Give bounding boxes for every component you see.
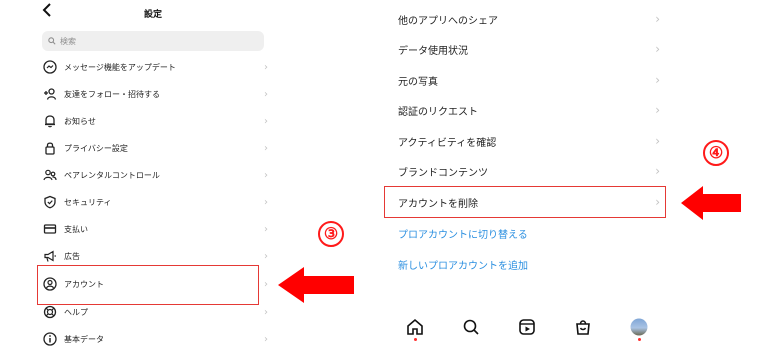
settings-item-privacy[interactable]: プライバシー設定 › <box>42 138 268 158</box>
messenger-icon <box>42 59 58 75</box>
account-item-branded-content[interactable]: ブランドコンテンツ › <box>398 160 660 182</box>
megaphone-icon <box>42 248 58 264</box>
settings-item-label: ヘルプ <box>64 307 88 317</box>
nav-profile[interactable] <box>628 318 650 344</box>
search-placeholder: 検索 <box>60 36 76 46</box>
chevron-right-icon: › <box>264 333 268 345</box>
settings-panel: 設定 検索 メッセージ機能をアップデート › 友達をフォロー・招待する › お知… <box>34 0 272 363</box>
nav-search[interactable] <box>460 318 482 344</box>
settings-item-label: お知らせ <box>64 116 96 126</box>
chevron-right-icon: › <box>655 73 660 87</box>
step-marker: ④ <box>703 140 729 166</box>
switch-pro-account-link[interactable]: プロアカウントに切り替える <box>398 226 528 241</box>
account-item-label: 他のアプリへのシェア <box>398 15 498 27</box>
chevron-right-icon: › <box>264 250 268 262</box>
chevron-right-icon: › <box>655 164 660 178</box>
account-item-label: ブランドコンテンツ <box>398 167 488 179</box>
add-person-icon <box>42 86 58 102</box>
search-input[interactable]: 検索 <box>42 31 264 51</box>
account-settings-panel: 他のアプリへのシェア › データ使用状況 › 元の写真 › 認証のリクエスト ›… <box>384 0 670 363</box>
chevron-right-icon: › <box>264 61 268 73</box>
reels-icon <box>519 319 535 335</box>
settings-item-notifications[interactable]: お知らせ › <box>42 111 268 131</box>
settings-item-label: ペアレンタルコントロール <box>64 170 160 180</box>
notification-dot <box>413 338 417 341</box>
account-item-original-photos[interactable]: 元の写真 › <box>398 69 660 91</box>
settings-item-label: 友達をフォロー・招待する <box>64 89 160 99</box>
profile-avatar <box>630 318 648 336</box>
account-item-verification[interactable]: 認証のリクエスト › <box>398 99 660 121</box>
account-item-activity[interactable]: アクティビティを確認 › <box>398 130 660 152</box>
search-icon <box>463 319 479 335</box>
settings-item-label: 支払い <box>64 224 88 234</box>
chevron-right-icon: › <box>264 306 268 318</box>
chevron-right-icon: › <box>264 88 268 100</box>
people-icon <box>42 167 58 183</box>
page-title: 設定 <box>143 10 162 20</box>
shield-icon <box>42 194 58 210</box>
nav-shop[interactable] <box>572 318 594 344</box>
settings-item-label: 基本データ <box>64 334 104 344</box>
chevron-right-icon: › <box>655 12 660 26</box>
settings-item-label: メッセージ機能をアップデート <box>64 62 176 72</box>
chevron-right-icon: › <box>264 142 268 154</box>
account-item-data-usage[interactable]: データ使用状況 › <box>398 38 660 60</box>
settings-item-label: セキュリティ <box>64 197 112 207</box>
account-item-label: アクティビティを確認 <box>398 137 497 149</box>
chevron-right-icon: › <box>655 42 660 56</box>
info-icon <box>42 331 58 347</box>
step-marker: ③ <box>318 221 344 247</box>
account-item-share[interactable]: 他のアプリへのシェア › <box>398 8 660 30</box>
settings-item-messaging[interactable]: メッセージ機能をアップデート › <box>42 57 268 77</box>
chevron-right-icon: › <box>264 115 268 127</box>
shop-icon <box>576 320 590 335</box>
home-icon <box>407 318 423 335</box>
lifebuoy-icon <box>42 304 58 320</box>
settings-item-ads[interactable]: 広告 › <box>42 246 268 266</box>
nav-home[interactable] <box>404 318 426 344</box>
lock-icon <box>42 140 58 156</box>
account-item-label: 認証のリクエスト <box>398 106 478 118</box>
chevron-right-icon: › <box>655 134 660 148</box>
add-pro-account-link[interactable]: 新しいプロアカウントを追加 <box>398 257 528 272</box>
settings-item-payments[interactable]: 支払い › <box>42 219 268 239</box>
chevron-right-icon: › <box>655 103 660 117</box>
card-icon <box>42 221 58 237</box>
chevron-right-icon: › <box>264 278 268 290</box>
notification-dot <box>637 338 641 341</box>
arrow-left-icon <box>278 267 354 303</box>
settings-item-parental[interactable]: ペアレンタルコントロール › <box>42 165 268 185</box>
account-item-label: データ使用状況 <box>398 45 468 57</box>
arrow-left-icon <box>681 186 741 220</box>
chevron-right-icon: › <box>264 196 268 208</box>
nav-reels[interactable] <box>516 318 538 344</box>
settings-item-about[interactable]: 基本データ › <box>42 329 268 349</box>
settings-item-label: プライバシー設定 <box>64 143 128 153</box>
settings-item-help[interactable]: ヘルプ › <box>42 302 268 322</box>
highlight-box-delete-account <box>384 186 666 218</box>
settings-item-security[interactable]: セキュリティ › <box>42 192 268 212</box>
search-icon <box>48 37 56 45</box>
chevron-right-icon: › <box>264 169 268 181</box>
settings-item-label: 広告 <box>64 251 80 261</box>
bell-icon <box>42 113 58 129</box>
highlight-box-account <box>37 265 259 305</box>
account-item-label: 元の写真 <box>398 76 438 88</box>
chevron-right-icon: › <box>264 223 268 235</box>
settings-item-follow-invite[interactable]: 友達をフォロー・招待する › <box>42 84 268 104</box>
